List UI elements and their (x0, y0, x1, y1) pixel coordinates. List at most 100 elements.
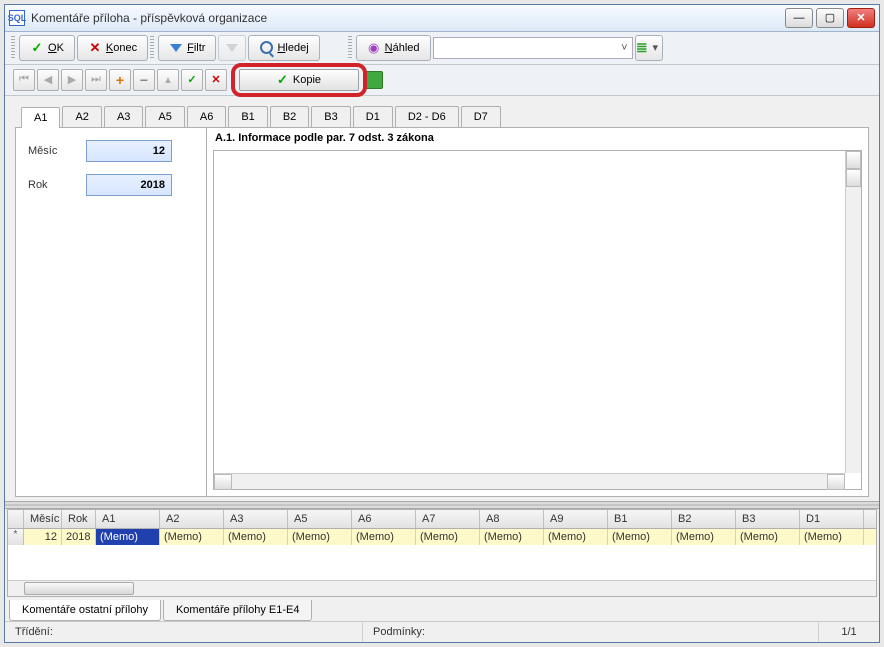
grid-col-d1[interactable]: D1 (800, 510, 864, 528)
status-sort: Třídění: (5, 622, 363, 642)
grid-col-a7[interactable]: A7 (416, 510, 480, 528)
cell-a1[interactable]: (Memo) (96, 529, 160, 545)
grid-col-a9[interactable]: A9 (544, 510, 608, 528)
cell-a5[interactable]: (Memo) (288, 529, 352, 545)
tab-b3[interactable]: B3 (311, 106, 350, 127)
grid-col-mesic[interactable]: Měsíc (24, 510, 62, 528)
cell-a7[interactable]: (Memo) (416, 529, 480, 545)
minimize-button[interactable]: — (785, 8, 813, 28)
tab-a2[interactable]: A2 (62, 106, 101, 127)
cell-d1[interactable]: (Memo) (800, 529, 864, 545)
cell-b1[interactable]: (Memo) (608, 529, 672, 545)
memo-scrollbar-v[interactable] (845, 151, 861, 473)
cell-a8[interactable]: (Memo) (480, 529, 544, 545)
list-menu-button[interactable] (635, 35, 663, 61)
kopie-label: Kopie (293, 74, 321, 86)
nav-insert-button[interactable]: + (109, 69, 131, 91)
grid-col-b1[interactable]: B1 (608, 510, 672, 528)
tab-body: Měsíc 12 Rok 2018 A.1. Informace podle p… (15, 127, 869, 497)
lower-tab-ostatni[interactable]: Komentáře ostatní přílohy (9, 600, 161, 621)
cell-rok[interactable]: 2018 (62, 529, 96, 545)
section-heading: A.1. Informace podle par. 7 odst. 3 záko… (207, 128, 868, 148)
memo-editor[interactable] (213, 150, 862, 490)
window-title: Komentáře příloha - příspěvková organiza… (31, 11, 785, 25)
toolbar-grip (348, 36, 352, 60)
grid-col-a2[interactable]: A2 (160, 510, 224, 528)
konec-label: Konec (106, 42, 137, 54)
nav-post-button[interactable] (181, 69, 203, 91)
nav-delete-button[interactable]: − (133, 69, 155, 91)
check-icon (30, 41, 44, 55)
cell-b3[interactable]: (Memo) (736, 529, 800, 545)
lower-tabs: Komentáře ostatní přílohy Komentáře příl… (9, 600, 875, 621)
row-marker: * (8, 529, 24, 545)
upper-tabs: A1 A2 A3 A5 A6 B1 B2 B3 D1 D2 - D6 D7 (21, 106, 869, 127)
konec-button[interactable]: Konec (77, 35, 148, 61)
tab-a5[interactable]: A5 (145, 106, 184, 127)
nahled-label: Náhled (385, 42, 420, 54)
grid-col-b3[interactable]: B3 (736, 510, 800, 528)
rok-label: Rok (28, 179, 78, 191)
green-square-button[interactable] (365, 71, 383, 89)
grid-scrollbar-h[interactable] (8, 580, 876, 596)
nav-first-button[interactable] (13, 69, 35, 91)
cell-b2[interactable]: (Memo) (672, 529, 736, 545)
filtr-button[interactable]: Filtr (158, 35, 216, 61)
grid-col-rok[interactable]: Rok (62, 510, 96, 528)
cell-mesic[interactable]: 12 (24, 529, 62, 545)
cell-a2[interactable]: (Memo) (160, 529, 224, 545)
body-area: A1 A2 A3 A5 A6 B1 B2 B3 D1 D2 - D6 D7 Mě… (5, 96, 879, 501)
tab-b2[interactable]: B2 (270, 106, 309, 127)
maximize-button[interactable]: ▢ (816, 8, 844, 28)
mesic-label: Měsíc (28, 145, 78, 157)
grid-col-a3[interactable]: A3 (224, 510, 288, 528)
grid-col-a6[interactable]: A6 (352, 510, 416, 528)
hledej-button[interactable]: Hledej (248, 35, 319, 61)
cell-a6[interactable]: (Memo) (352, 529, 416, 545)
nahled-button[interactable]: Náhled (356, 35, 431, 61)
tab-b1[interactable]: B1 (228, 106, 267, 127)
grid-col-a1[interactable]: A1 (96, 510, 160, 528)
tab-a1[interactable]: A1 (21, 107, 60, 128)
grid-row[interactable]: * 12 2018 (Memo) (Memo) (Memo) (Memo) (M… (8, 529, 876, 545)
status-page: 1/1 (819, 622, 879, 642)
tab-d7[interactable]: D7 (461, 106, 501, 127)
ok-button[interactable]: OK (19, 35, 75, 61)
titlebar: SQL Komentáře příloha - příspěvková orga… (5, 5, 879, 32)
report-combo[interactable] (433, 37, 633, 59)
hledej-label: Hledej (277, 42, 308, 54)
nav-prev-button[interactable] (37, 69, 59, 91)
data-grid: Měsíc Rok A1 A2 A3 A5 A6 A7 A8 A9 B1 B2 … (7, 509, 877, 597)
caret-down-icon (649, 41, 662, 55)
nav-cancel-button[interactable] (205, 69, 227, 91)
funnel-cancel-icon (225, 41, 239, 55)
tab-a6[interactable]: A6 (187, 106, 226, 127)
cell-a3[interactable]: (Memo) (224, 529, 288, 545)
rok-field[interactable]: 2018 (86, 174, 172, 196)
grid-scroll-thumb[interactable] (24, 582, 134, 595)
tab-d2d6[interactable]: D2 - D6 (395, 106, 459, 127)
nav-last-button[interactable] (85, 69, 107, 91)
grid-col-a5[interactable]: A5 (288, 510, 352, 528)
filter-clear-button[interactable] (218, 35, 246, 61)
x-icon (88, 41, 102, 55)
app-icon: SQL (9, 10, 25, 26)
grid-col-a8[interactable]: A8 (480, 510, 544, 528)
nav-edit-button[interactable] (157, 69, 179, 91)
nav-next-button[interactable] (61, 69, 83, 91)
tab-a3[interactable]: A3 (104, 106, 143, 127)
kopie-button[interactable]: Kopie (239, 69, 359, 91)
memo-scrollbar-h[interactable] (214, 473, 845, 489)
grid-col-b2[interactable]: B2 (672, 510, 736, 528)
horizontal-splitter[interactable] (5, 501, 879, 509)
toolbar-grip (11, 36, 15, 60)
mesic-field[interactable]: 12 (86, 140, 172, 162)
tab-d1[interactable]: D1 (353, 106, 393, 127)
cell-a9[interactable]: (Memo) (544, 529, 608, 545)
lower-tab-e1e4[interactable]: Komentáře přílohy E1-E4 (163, 600, 313, 621)
close-button[interactable]: ✕ (847, 8, 875, 28)
grid-corner[interactable] (8, 510, 24, 528)
form-right-panel: A.1. Informace podle par. 7 odst. 3 záko… (206, 128, 868, 496)
window-root: SQL Komentáře příloha - příspěvková orga… (4, 4, 880, 643)
list-icon (636, 41, 649, 55)
